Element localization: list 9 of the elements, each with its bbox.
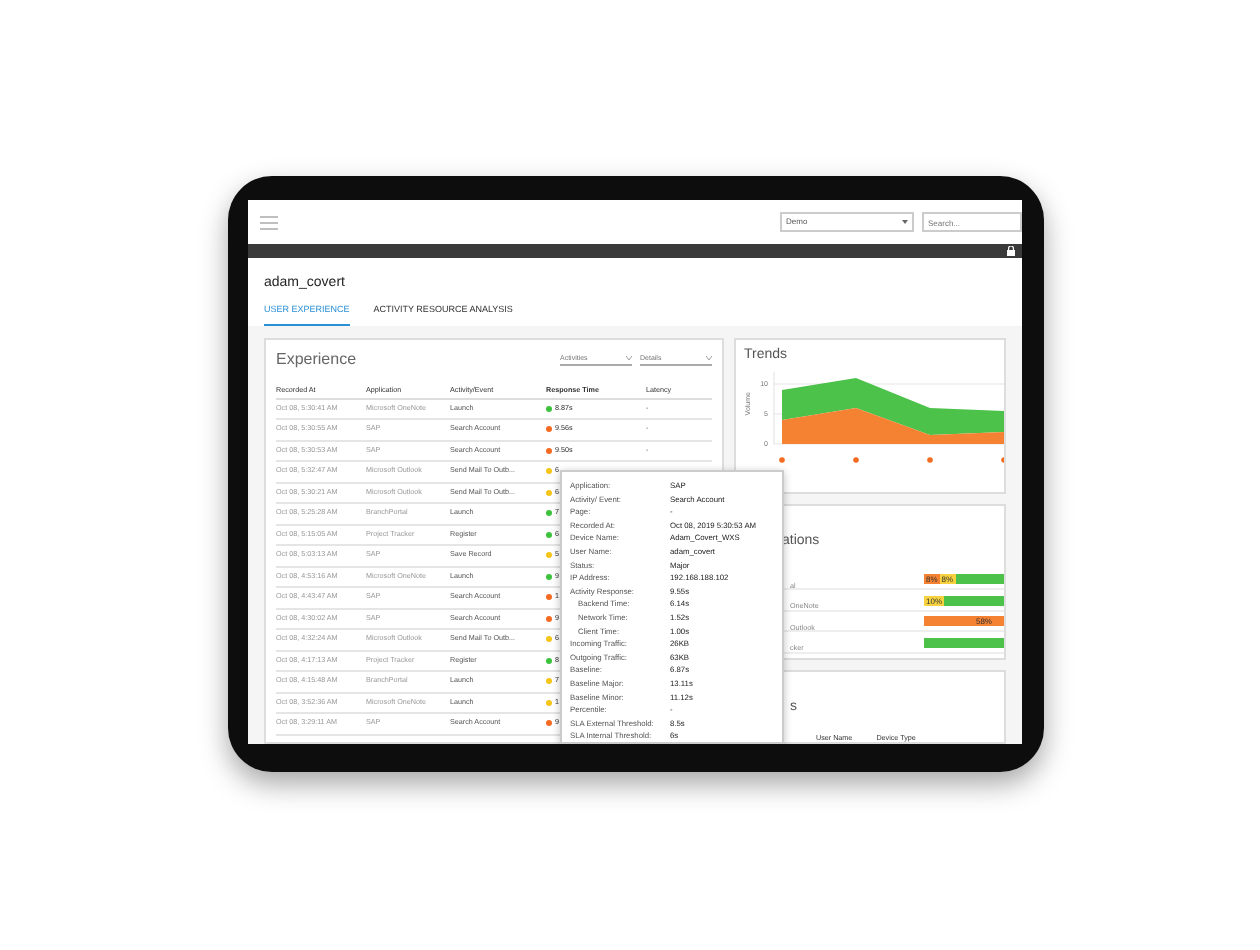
point-marker (853, 456, 860, 463)
caret-icon (626, 356, 632, 361)
caret-icon (902, 220, 908, 224)
point-marker (927, 456, 934, 463)
lock-icon[interactable] (1006, 246, 1016, 256)
panel-title: Experience (276, 347, 359, 372)
caret-icon (706, 356, 712, 361)
point-marker (1001, 456, 1004, 463)
point-marker (779, 456, 786, 463)
